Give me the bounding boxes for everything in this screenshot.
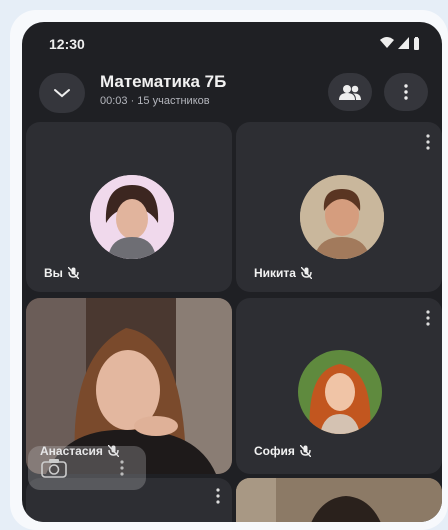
status-icons — [380, 36, 420, 50]
wifi-icon — [380, 37, 394, 48]
participants-button[interactable] — [328, 73, 372, 111]
participant-name-row: Никита — [254, 266, 312, 280]
mic-off-icon — [67, 267, 79, 279]
participant-name: Никита — [254, 266, 296, 280]
avatar — [298, 350, 382, 434]
meeting-title: Математика 7Б — [100, 72, 227, 91]
more-vertical-icon[interactable] — [216, 488, 220, 504]
participant-name: София — [254, 444, 295, 458]
avatar — [300, 175, 384, 259]
avatar-photo — [90, 175, 174, 259]
meeting-subtitle: 00:03 · 15 участников — [100, 95, 210, 107]
avatar-photo — [300, 175, 384, 259]
participant-name-row: София — [254, 444, 311, 458]
video-feed — [236, 478, 442, 522]
people-icon — [339, 85, 361, 100]
more-vertical-icon[interactable] — [426, 310, 430, 326]
status-time: 12:30 — [49, 36, 85, 52]
more-vertical-icon — [404, 84, 408, 100]
mic-off-icon — [300, 267, 312, 279]
avatar — [90, 175, 174, 259]
participant-tile-sofia[interactable]: София — [236, 298, 442, 474]
battery-icon — [414, 36, 419, 50]
participant-name-row: Вы — [44, 266, 79, 280]
collapse-button[interactable] — [39, 73, 85, 113]
more-vertical-icon[interactable] — [426, 134, 430, 150]
camera-icon[interactable] — [40, 458, 68, 478]
chevron-down-icon — [54, 89, 70, 98]
more-options-button[interactable] — [384, 73, 428, 111]
more-vertical-icon[interactable] — [120, 460, 124, 476]
floating-controls — [28, 446, 146, 490]
mic-off-icon — [299, 445, 311, 457]
participant-name: Вы — [44, 266, 63, 280]
call-header: Математика 7Б 00:03 · 15 участников — [22, 68, 442, 120]
avatar-photo — [298, 350, 382, 434]
signal-icon — [398, 37, 409, 49]
participant-tile-partial-video[interactable] — [236, 478, 442, 522]
participant-tile-you[interactable]: Вы — [26, 122, 232, 292]
status-bar: 12:30 — [22, 22, 442, 62]
participant-tile-nikita[interactable]: Никита — [236, 122, 442, 292]
